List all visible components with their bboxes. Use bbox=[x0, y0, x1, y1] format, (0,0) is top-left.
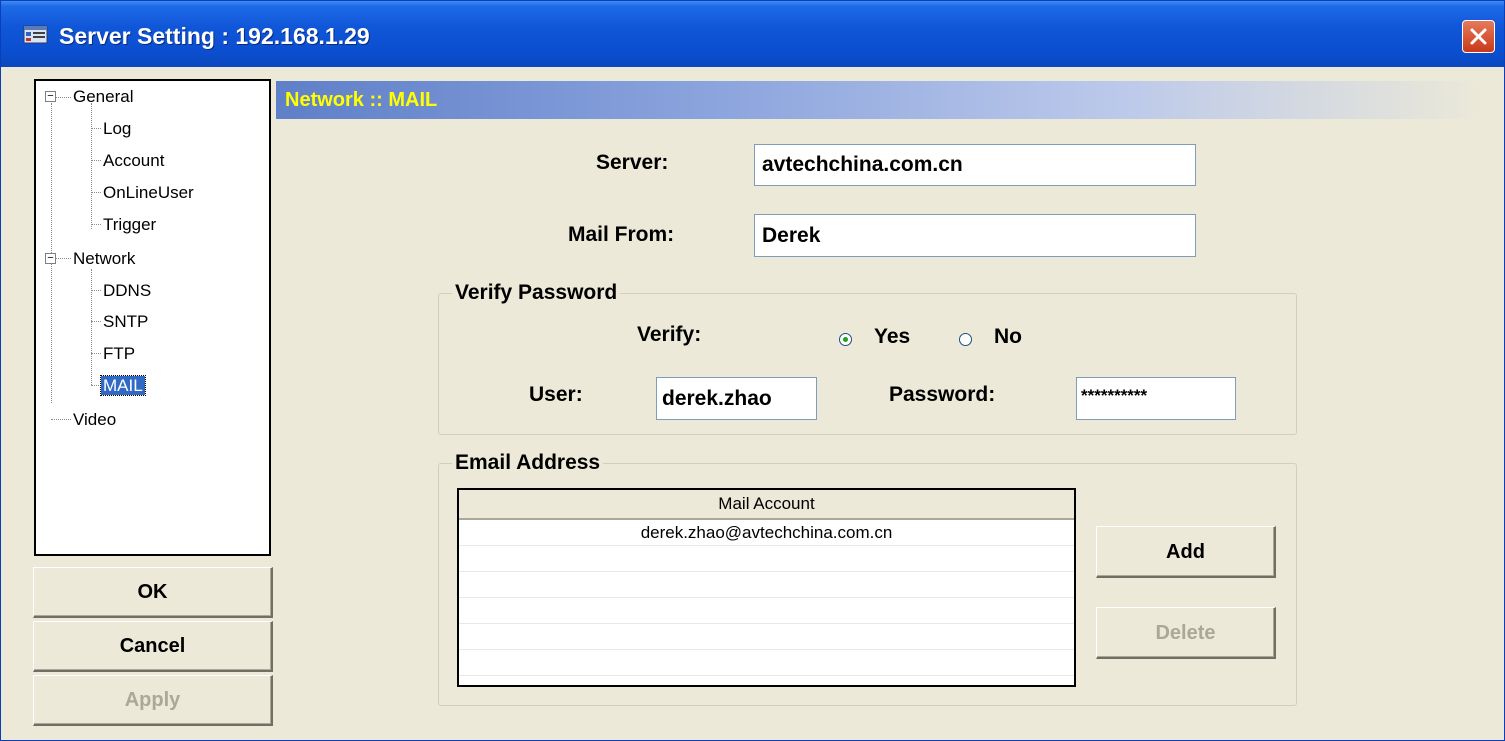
radio-yes-label: Yes bbox=[874, 325, 911, 348]
tree-item-log[interactable]: Log bbox=[103, 117, 131, 141]
settings-tree[interactable]: − General Log Account OnLineUser Trigger… bbox=[34, 79, 271, 556]
title-bar[interactable]: Server Setting : 192.168.1.29 bbox=[1, 1, 1504, 67]
tree-item-ftp[interactable]: FTP bbox=[103, 342, 135, 366]
mail-from-label: Mail From: bbox=[568, 223, 675, 246]
tree-item-label: Video bbox=[73, 410, 117, 429]
mail-account-list[interactable]: Mail Account derek.zhao@avtechchina.com.… bbox=[457, 488, 1076, 687]
tree-item-label: SNTP bbox=[103, 312, 149, 331]
tree-item-onlineuser[interactable]: OnLineUser bbox=[103, 181, 194, 205]
server-label: Server: bbox=[596, 151, 669, 174]
list-item-empty bbox=[459, 546, 1074, 572]
verify-label: Verify: bbox=[637, 323, 702, 346]
tree-item-label: OnLineUser bbox=[103, 183, 194, 202]
tree-item-video[interactable]: Video bbox=[73, 408, 116, 432]
password-input[interactable]: ********** bbox=[1076, 377, 1236, 420]
panel-title: Network :: MAIL bbox=[285, 89, 438, 111]
verify-password-title: Verify Password bbox=[452, 281, 621, 305]
general-expander[interactable]: − bbox=[45, 91, 56, 102]
panel-header: Network :: MAIL bbox=[276, 81, 1486, 119]
tree-item-label: Account bbox=[103, 151, 165, 170]
user-input[interactable]: derek.zhao bbox=[656, 377, 817, 420]
close-button[interactable] bbox=[1462, 20, 1495, 53]
list-item[interactable]: derek.zhao@avtechchina.com.cn bbox=[459, 520, 1074, 546]
tree-item-account[interactable]: Account bbox=[103, 149, 164, 173]
server-input[interactable]: avtechchina.com.cn bbox=[754, 144, 1196, 186]
tree-item-label: General bbox=[73, 87, 134, 106]
tree-item-trigger[interactable]: Trigger bbox=[103, 213, 156, 237]
network-expander[interactable]: − bbox=[45, 253, 56, 264]
list-item-empty bbox=[459, 598, 1074, 624]
radio-no-circle bbox=[959, 333, 972, 346]
email-address-title: Email Address bbox=[452, 451, 604, 475]
window-title: Server Setting : 192.168.1.29 bbox=[59, 23, 370, 49]
list-item-empty bbox=[459, 572, 1074, 598]
tree-item-sntp[interactable]: SNTP bbox=[103, 310, 148, 334]
add-button[interactable]: Add bbox=[1096, 526, 1276, 578]
tree-item-label: Log bbox=[103, 119, 132, 138]
close-x-icon bbox=[1470, 28, 1487, 45]
mail-account-column-header[interactable]: Mail Account bbox=[459, 490, 1074, 520]
radio-no-label: No bbox=[994, 325, 1022, 348]
list-item-empty bbox=[459, 650, 1074, 676]
tree-item-label: DDNS bbox=[103, 281, 152, 300]
delete-button[interactable]: Delete bbox=[1096, 607, 1276, 659]
user-label: User: bbox=[529, 383, 583, 406]
cancel-button[interactable]: Cancel bbox=[33, 621, 273, 672]
tree-item-label: MAIL bbox=[100, 375, 146, 396]
server-app-icon bbox=[23, 24, 49, 46]
ok-button[interactable]: OK bbox=[33, 567, 273, 618]
apply-button[interactable]: Apply bbox=[33, 675, 273, 726]
radio-yes-circle bbox=[839, 333, 852, 346]
tree-item-label: Network bbox=[73, 249, 136, 268]
list-item-empty bbox=[459, 624, 1074, 650]
tree-item-label: FTP bbox=[103, 344, 136, 363]
tree-item-mail[interactable]: MAIL bbox=[100, 374, 146, 398]
tree-item-ddns[interactable]: DDNS bbox=[103, 279, 151, 303]
tree-item-network[interactable]: Network bbox=[73, 247, 135, 271]
tree-item-general[interactable]: General bbox=[73, 85, 133, 109]
server-setting-window: Server Setting : 192.168.1.29 − General bbox=[0, 0, 1505, 741]
tree-item-label: Trigger bbox=[103, 215, 157, 234]
password-label: Password: bbox=[889, 383, 996, 406]
mail-from-input[interactable]: Derek bbox=[754, 214, 1196, 257]
radio-selected-dot bbox=[843, 337, 848, 342]
